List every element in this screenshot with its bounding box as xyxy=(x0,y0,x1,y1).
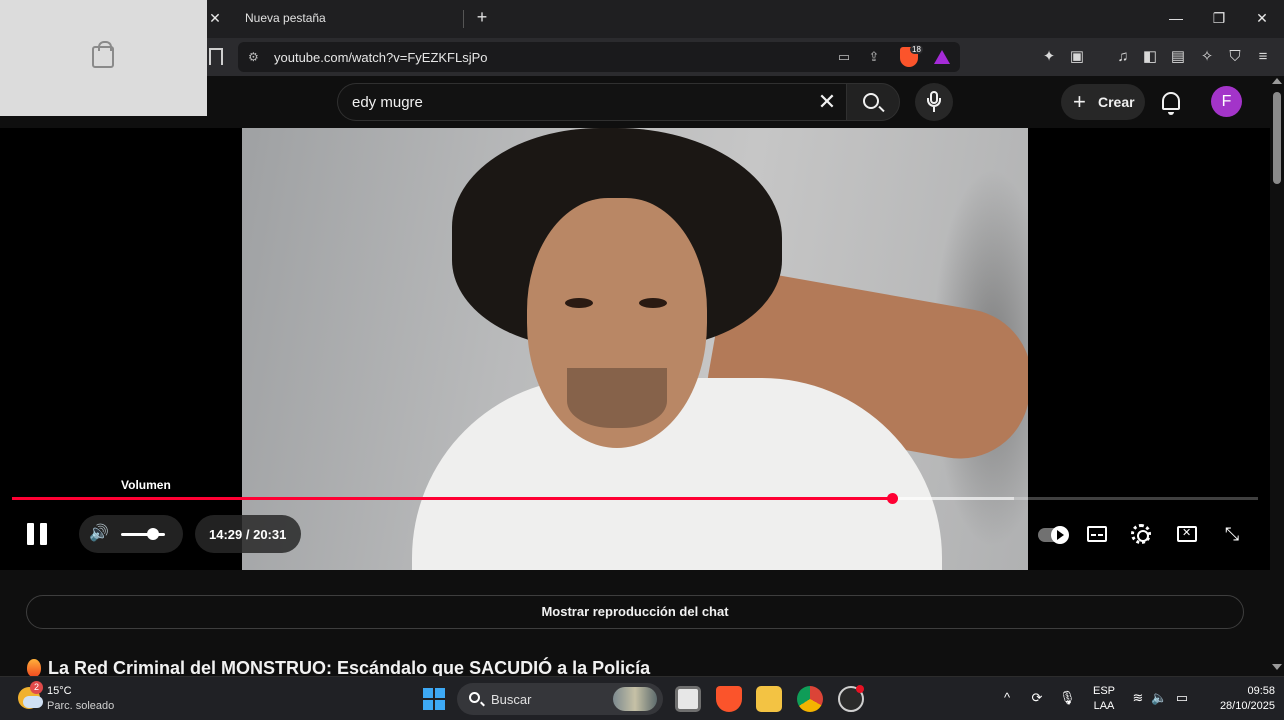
scroll-up-arrow-icon[interactable] xyxy=(1272,78,1282,84)
search-icon xyxy=(863,93,879,109)
windows-logo-tile xyxy=(423,688,433,698)
pause-icon-bar-left xyxy=(27,523,34,545)
bookmark-icon[interactable] xyxy=(209,48,223,65)
windows-taskbar: 2 15°C Parc. soleado Buscar ^ ⟳ 🎙 ESP LA… xyxy=(0,676,1284,720)
extensions-icon[interactable]: ✦ xyxy=(1038,47,1060,67)
fire-emoji-icon xyxy=(27,659,41,677)
volume-slider-handle[interactable] xyxy=(147,528,159,540)
task-view-icon[interactable] xyxy=(675,686,701,712)
clock-time[interactable]: 09:58 xyxy=(1205,685,1275,697)
progress-played xyxy=(12,497,892,500)
vpn-icon[interactable]: ⛉ xyxy=(1224,47,1246,67)
time-display: 14:29 / 20:31 xyxy=(195,515,301,553)
video-frame[interactable] xyxy=(242,128,1028,570)
volume-tooltip: Volumen xyxy=(121,478,171,492)
settings-gear-icon[interactable] xyxy=(1131,524,1151,544)
subtitles-icon[interactable] xyxy=(1087,526,1107,542)
create-label: Crear xyxy=(1098,94,1135,110)
video-eye-left xyxy=(565,298,593,308)
file-explorer-icon[interactable] xyxy=(756,686,782,712)
minimize-button[interactable]: — xyxy=(1161,8,1191,28)
sync-icon[interactable]: ⟳ xyxy=(1029,690,1045,706)
brave-rewards-icon[interactable] xyxy=(934,50,950,64)
weather-description[interactable]: Parc. soleado xyxy=(47,700,114,712)
search-input[interactable]: edy mugre ✕ xyxy=(337,83,847,121)
weather-temperature[interactable]: 15°C xyxy=(47,685,72,697)
brave-browser-icon[interactable] xyxy=(716,686,742,712)
media-icon[interactable]: ♫ xyxy=(1112,47,1134,67)
keyboard-layout[interactable]: LAA xyxy=(1092,700,1116,712)
voice-search-button[interactable] xyxy=(915,83,953,121)
tab-search-icon[interactable]: ▣ xyxy=(1066,47,1088,67)
screen: ✕ Nueva pestaña + — ❐ ✕ ⚙ youtube.com/wa… xyxy=(0,0,1284,720)
language-code[interactable]: ESP xyxy=(1092,685,1116,697)
volume-control[interactable]: 🔊 xyxy=(79,515,183,553)
autoplay-toggle[interactable] xyxy=(1038,526,1069,544)
progress-scrubber-handle[interactable] xyxy=(887,493,898,504)
taskbar-search-label: Buscar xyxy=(491,692,532,707)
volume-icon[interactable]: 🔊 xyxy=(89,526,111,542)
scrollbar-thumb[interactable] xyxy=(1273,92,1281,184)
wifi-icon[interactable]: ≋ xyxy=(1130,690,1146,706)
cast-icon[interactable]: ▭ xyxy=(834,48,854,66)
site-info-icon[interactable]: ⚙ xyxy=(248,50,259,64)
search-query[interactable]: edy mugre xyxy=(352,94,423,111)
battery-icon[interactable]: ▭ xyxy=(1174,690,1190,706)
microphone-tray-icon[interactable]: 🎙 xyxy=(1059,690,1076,706)
leo-ai-icon[interactable]: ✧ xyxy=(1196,47,1218,67)
search-button[interactable] xyxy=(846,83,900,121)
lock-icon xyxy=(92,41,114,68)
weather-notification-badge: 2 xyxy=(30,681,43,694)
sidebar-icon[interactable]: ◧ xyxy=(1139,47,1161,67)
close-window-button[interactable]: ✕ xyxy=(1247,8,1277,28)
video-face xyxy=(527,198,707,448)
chrome-icon[interactable] xyxy=(797,686,823,712)
fullscreen-icon[interactable]: ⤡ xyxy=(1222,524,1242,544)
clear-search-icon[interactable]: ✕ xyxy=(814,89,840,115)
microphone-icon-base xyxy=(927,98,941,107)
plus-icon: + xyxy=(1073,89,1086,114)
clock-date[interactable]: 28/10/2025 xyxy=(1205,700,1275,712)
autoplay-play-icon xyxy=(1051,526,1069,544)
account-avatar[interactable]: F xyxy=(1211,86,1242,117)
pause-icon-bar-right xyxy=(40,523,47,545)
tab-divider xyxy=(463,10,464,28)
new-tab-button[interactable]: + xyxy=(472,7,492,28)
theater-mode-icon[interactable] xyxy=(1177,526,1197,542)
time-text: 14:29 / 20:31 xyxy=(209,527,287,542)
microphone-icon-stem xyxy=(933,107,935,112)
screen-overlay-thumbnail xyxy=(0,0,207,116)
video-eye-right xyxy=(639,298,667,308)
windows-logo-tile xyxy=(435,700,445,710)
video-beard xyxy=(567,368,667,428)
shield-count-badge: 18 xyxy=(910,45,923,54)
speaker-icon[interactable]: 🔈 xyxy=(1151,690,1167,706)
notifications-bell-icon[interactable] xyxy=(1162,92,1180,115)
weather-cloud-icon xyxy=(23,696,43,708)
url-text[interactable]: youtube.com/watch?v=FyEZKFLsjPo xyxy=(274,50,488,65)
tab-title[interactable]: Nueva pestaña xyxy=(245,11,326,25)
windows-start-icon[interactable] xyxy=(423,688,445,710)
maximize-button[interactable]: ❐ xyxy=(1204,8,1234,28)
video-player[interactable]: Volumen 🔊 14:29 / 20:31 ⤡ xyxy=(0,128,1270,570)
windows-logo-tile xyxy=(435,688,445,698)
brave-shield-icon[interactable]: 18 xyxy=(900,45,923,67)
create-button[interactable]: + Crear xyxy=(1061,84,1145,120)
recording-indicator-icon xyxy=(856,685,864,693)
pause-button[interactable] xyxy=(24,520,52,550)
menu-icon[interactable]: ≡ xyxy=(1252,47,1274,67)
search-highlight-image xyxy=(613,687,657,711)
tray-overflow-icon[interactable]: ^ xyxy=(999,690,1015,706)
windows-logo-tile xyxy=(423,700,433,710)
address-bar[interactable]: ⚙ youtube.com/watch?v=FyEZKFLsjPo ▭ ⇪ 18 xyxy=(238,42,960,72)
scroll-down-arrow-icon[interactable] xyxy=(1272,664,1282,670)
progress-bar[interactable] xyxy=(12,493,1258,504)
share-icon[interactable]: ⇪ xyxy=(864,48,884,66)
search-icon xyxy=(469,692,480,703)
page-scrollbar[interactable] xyxy=(1270,76,1284,676)
taskbar-search-box[interactable]: Buscar xyxy=(457,683,663,715)
tab-close-icon[interactable]: ✕ xyxy=(207,8,223,28)
wallet-icon[interactable]: ▤ xyxy=(1167,47,1189,67)
chat-replay-button[interactable]: Mostrar reproducción del chat xyxy=(26,595,1244,629)
